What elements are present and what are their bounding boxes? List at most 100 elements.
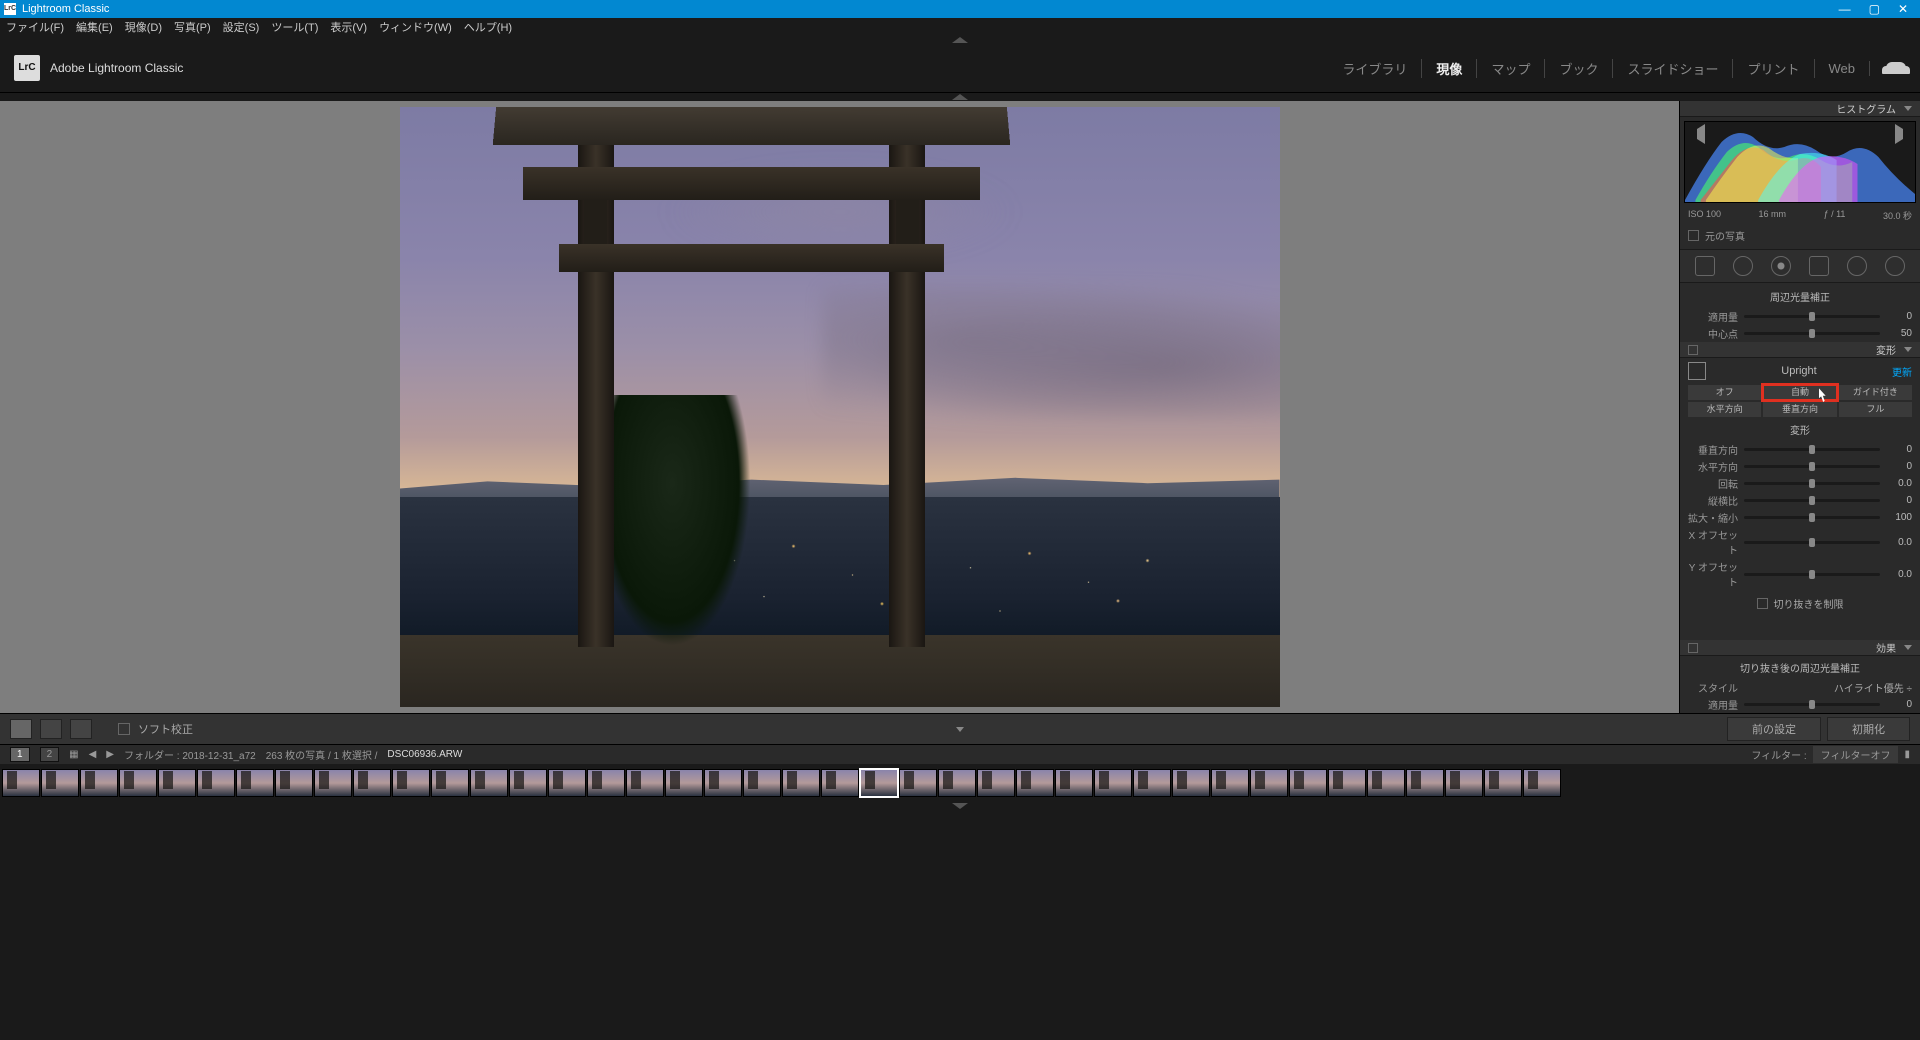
menu-item[interactable]: ウィンドウ(W) (379, 19, 452, 35)
highlight-clip-icon[interactable] (1895, 124, 1913, 144)
upright-オフ-button[interactable]: オフ (1688, 385, 1761, 400)
filmstrip-thumb[interactable] (977, 769, 1015, 797)
menu-item[interactable]: 編集(E) (76, 19, 113, 35)
close-icon[interactable]: ✕ (1898, 2, 1908, 16)
shadow-clip-icon[interactable] (1687, 124, 1705, 144)
slider-拡大・縮小[interactable]: 拡大・縮小100 (1680, 509, 1920, 526)
constrain-crop[interactable]: 切り抜きを制限 (1680, 590, 1920, 617)
second-monitor-1[interactable]: 1 (10, 747, 30, 762)
filmstrip-thumb[interactable] (197, 769, 235, 797)
upright-水平方向-button[interactable]: 水平方向 (1688, 402, 1761, 417)
histogram-display[interactable] (1684, 121, 1916, 203)
filmstrip-thumb[interactable] (1289, 769, 1327, 797)
upright-update-button[interactable]: 更新 (1892, 364, 1912, 379)
before-after-lr-icon[interactable] (40, 719, 62, 739)
collapse-filmstrip-icon[interactable] (0, 802, 1920, 810)
filmstrip-thumb[interactable] (1445, 769, 1483, 797)
maximize-icon[interactable]: ▢ (1869, 2, 1880, 16)
filmstrip-thumb[interactable] (1094, 769, 1132, 797)
collapse-header-icon[interactable] (0, 93, 1920, 101)
filmstrip-thumb[interactable] (1367, 769, 1405, 797)
module-tab-マップ[interactable]: マップ (1477, 59, 1545, 78)
filmstrip-thumb[interactable] (1328, 769, 1366, 797)
slider-適用量[interactable]: 適用量0 (1680, 696, 1920, 713)
original-checkbox[interactable]: 元の写真 (1680, 224, 1920, 247)
filmstrip-thumb[interactable] (119, 769, 157, 797)
upright-自動-button[interactable]: 自動 (1763, 385, 1836, 400)
menu-item[interactable]: ファイル(F) (6, 19, 64, 35)
filmstrip-thumb[interactable] (665, 769, 703, 797)
slider-中心点[interactable]: 中心点50 (1680, 325, 1920, 342)
before-after-tb-icon[interactable] (70, 719, 92, 739)
filmstrip-thumb[interactable] (587, 769, 625, 797)
filmstrip-thumb[interactable] (158, 769, 196, 797)
folder-path[interactable]: フォルダー : 2018-12-31_a72 (124, 747, 256, 762)
module-tab-Web[interactable]: Web (1815, 61, 1871, 76)
filmstrip-thumb[interactable] (548, 769, 586, 797)
filmstrip-thumb[interactable] (80, 769, 118, 797)
filmstrip-thumb[interactable] (353, 769, 391, 797)
menu-item[interactable]: ツール(T) (271, 19, 318, 35)
nav-back-icon[interactable]: ◀ (89, 749, 97, 760)
minimize-icon[interactable]: — (1839, 2, 1851, 16)
checkbox-icon[interactable] (1688, 230, 1699, 241)
slider-X オフセット[interactable]: X オフセット0.0 (1680, 526, 1920, 558)
toolbar-dropdown-icon[interactable] (954, 723, 966, 735)
filmstrip-thumb[interactable] (821, 769, 859, 797)
filmstrip-thumb[interactable] (392, 769, 430, 797)
filmstrip-thumb[interactable] (860, 769, 898, 797)
filmstrip-thumb[interactable] (2, 769, 40, 797)
slider-垂直方向[interactable]: 垂直方向0 (1680, 441, 1920, 458)
filmstrip[interactable] (0, 764, 1920, 802)
menu-item[interactable]: 現像(D) (125, 19, 162, 35)
slider-水平方向[interactable]: 水平方向0 (1680, 458, 1920, 475)
filmstrip-thumb[interactable] (1055, 769, 1093, 797)
panel-toggle-icon[interactable] (1688, 643, 1698, 653)
filmstrip-thumb[interactable] (1250, 769, 1288, 797)
filmstrip-thumb[interactable] (1406, 769, 1444, 797)
second-monitor-2[interactable]: 2 (40, 747, 60, 762)
panel-header-effects[interactable]: 効果 (1680, 640, 1920, 656)
slider-縦横比[interactable]: 縦横比0 (1680, 492, 1920, 509)
loupe-view-icon[interactable] (10, 719, 32, 739)
menu-item[interactable]: 写真(P) (174, 19, 211, 35)
filter-lock-icon[interactable]: ▮ (1904, 749, 1910, 760)
radial-tool-icon[interactable] (1847, 256, 1867, 276)
effects-style-dropdown[interactable]: ハイライト優先 ÷ (1834, 680, 1912, 695)
canvas[interactable] (0, 101, 1679, 713)
filmstrip-thumb[interactable] (743, 769, 781, 797)
filmstrip-thumb[interactable] (938, 769, 976, 797)
filmstrip-thumb[interactable] (1523, 769, 1561, 797)
filter-dropdown[interactable]: フィルターオフ (1813, 746, 1899, 763)
brush-tool-icon[interactable] (1885, 256, 1905, 276)
upright-ガイド付き-button[interactable]: ガイド付き (1839, 385, 1912, 400)
cloud-sync-icon[interactable] (1886, 62, 1906, 74)
module-tab-現像[interactable]: 現像 (1422, 59, 1477, 78)
filmstrip-thumb[interactable] (1484, 769, 1522, 797)
upright-guided-icon[interactable] (1688, 362, 1706, 380)
crop-tool-icon[interactable] (1695, 256, 1715, 276)
reset-button[interactable]: 初期化 (1827, 717, 1910, 741)
nav-fwd-icon[interactable]: ▶ (106, 749, 114, 760)
spot-tool-icon[interactable] (1733, 256, 1753, 276)
upright-垂直方向-button[interactable]: 垂直方向 (1763, 402, 1836, 417)
menu-item[interactable]: ヘルプ(H) (464, 19, 512, 35)
menu-item[interactable]: 表示(V) (330, 19, 367, 35)
filmstrip-thumb[interactable] (431, 769, 469, 797)
slider-適用量[interactable]: 適用量0 (1680, 308, 1920, 325)
filmstrip-thumb[interactable] (1172, 769, 1210, 797)
filmstrip-thumb[interactable] (782, 769, 820, 797)
slider-Y オフセット[interactable]: Y オフセット0.0 (1680, 558, 1920, 590)
menu-item[interactable]: 設定(S) (223, 19, 260, 35)
softproof-checkbox[interactable] (118, 723, 130, 735)
filmstrip-thumb[interactable] (314, 769, 352, 797)
module-tab-スライドショー[interactable]: スライドショー (1613, 59, 1733, 78)
filmstrip-thumb[interactable] (41, 769, 79, 797)
filmstrip-thumb[interactable] (1133, 769, 1171, 797)
filmstrip-thumb[interactable] (509, 769, 547, 797)
filmstrip-thumb[interactable] (1016, 769, 1054, 797)
previous-settings-button[interactable]: 前の設定 (1727, 717, 1821, 741)
filmstrip-thumb[interactable] (275, 769, 313, 797)
collapse-top-icon[interactable] (0, 36, 1920, 44)
filmstrip-thumb[interactable] (1211, 769, 1249, 797)
